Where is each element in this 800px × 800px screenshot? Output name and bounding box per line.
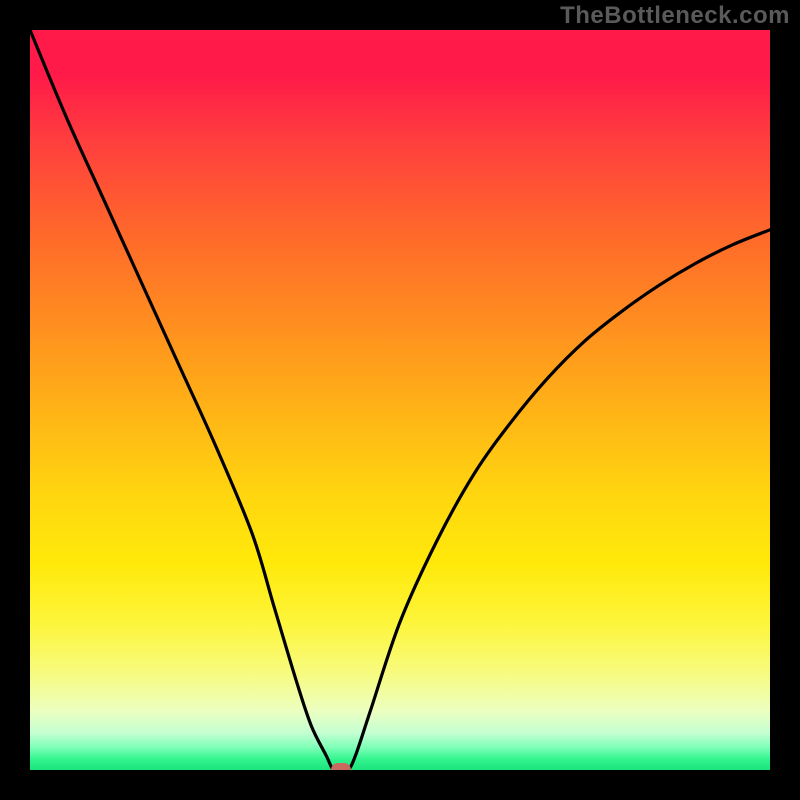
plot-area xyxy=(30,30,770,770)
chart-frame: TheBottleneck.com xyxy=(0,0,800,800)
optimal-point-marker xyxy=(331,763,351,770)
watermark-text: TheBottleneck.com xyxy=(560,2,790,30)
bottleneck-curve xyxy=(30,30,770,770)
